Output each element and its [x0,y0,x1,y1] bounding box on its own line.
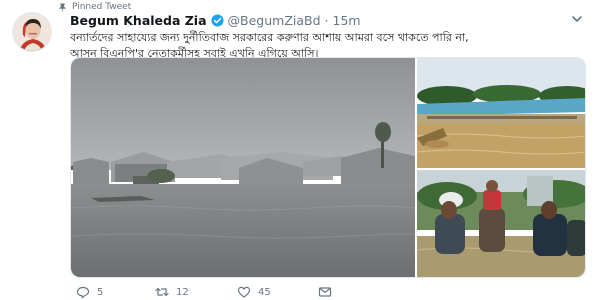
message-icon [318,287,332,297]
chevron-down-icon[interactable] [570,12,584,26]
flooded-school-photo[interactable] [417,58,585,168]
reply-button[interactable]: 5 [76,285,155,299]
reply-count: 5 [97,286,104,298]
tweet-text-line: বন্যার্তদের সাহায্যের জন্য দুর্নীতিবাজ স… [70,31,469,44]
retweet-count: 12 [176,286,189,298]
reply-icon [76,286,90,299]
verified-icon [210,13,224,27]
pinned-tweet-indicator: Pinned Tweet [58,2,131,12]
separator-dot: · [324,12,329,28]
tweet-actions: 5 12 45 [76,285,332,299]
like-icon [237,286,251,298]
flood-rescue-photo[interactable] [417,170,585,277]
retweet-button[interactable]: 12 [155,285,237,299]
tweet-header: Begum Khaleda Zia @BegumZiaBd · 15m [70,12,570,28]
direct-message-button[interactable] [318,285,332,299]
like-count: 45 [258,286,271,298]
avatar-image [13,13,51,51]
flood-village-photo[interactable] [71,58,415,277]
pinned-label: Pinned Tweet [72,2,132,12]
media-grid [70,57,586,278]
author-name[interactable]: Begum Khaleda Zia [70,13,207,28]
tweet-timestamp[interactable]: 15m [333,13,361,28]
author-handle[interactable]: @BegumZiaBd [228,13,321,28]
pin-icon [59,3,66,12]
avatar[interactable] [12,12,52,52]
like-button[interactable]: 45 [237,285,318,299]
retweet-icon [155,287,169,297]
